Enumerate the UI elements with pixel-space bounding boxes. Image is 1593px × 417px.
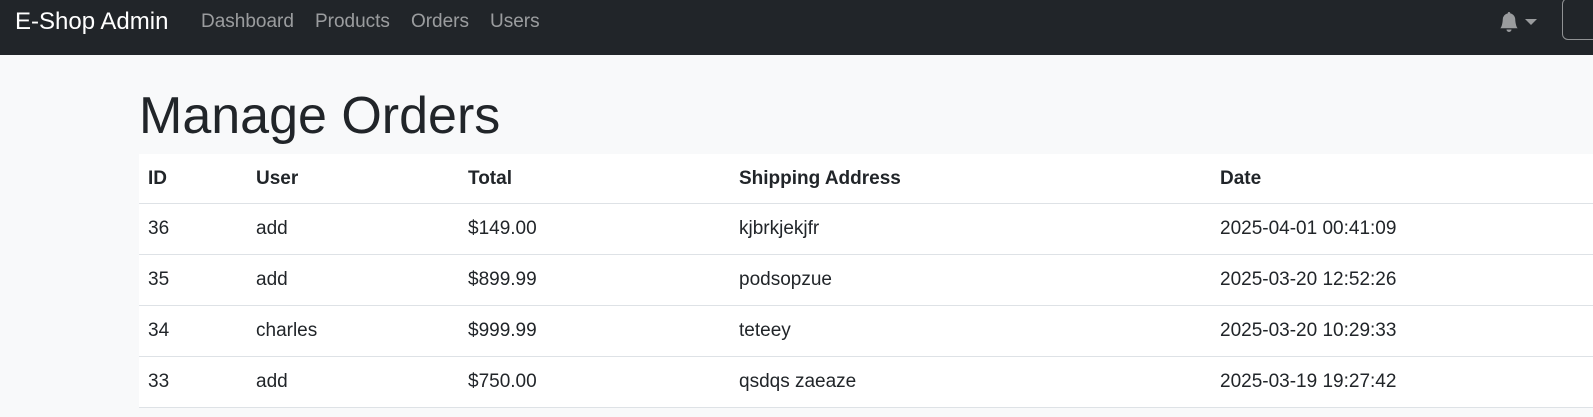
cell-date: 2025-03-20 12:52:26 — [1211, 254, 1593, 306]
top-navbar: E-Shop Admin Dashboard Products Orders U… — [0, 0, 1593, 55]
notifications-dropdown[interactable] — [1499, 10, 1537, 34]
header-date: Date — [1211, 154, 1593, 204]
nav-products[interactable]: Products — [315, 0, 390, 44]
bell-icon — [1500, 12, 1518, 32]
cell-total: $999.99 — [459, 305, 730, 357]
cell-total: $899.99 — [459, 254, 730, 306]
table-row: 35 add $899.99 podsopzue 2025-03-20 12:5… — [139, 254, 1593, 306]
cell-shipping-address: podsopzue — [730, 254, 1211, 306]
nav-dashboard[interactable]: Dashboard — [201, 0, 294, 44]
cell-id: 35 — [139, 254, 247, 306]
table-header-row: ID User Total Shipping Address Date — [139, 154, 1593, 204]
header-user: User — [247, 154, 459, 204]
cell-id: 34 — [139, 305, 247, 357]
nav-links: Dashboard Products Orders Users — [201, 0, 561, 44]
cell-id: 33 — [139, 356, 247, 408]
header-total: Total — [459, 154, 730, 204]
cell-date: 2025-04-01 00:41:09 — [1211, 203, 1593, 255]
cell-shipping-address: kjbrkjekjfr — [730, 203, 1211, 255]
cell-date: 2025-03-20 10:29:33 — [1211, 305, 1593, 357]
user-menu-edge[interactable] — [1562, 0, 1593, 40]
cell-shipping-address: teteey — [730, 305, 1211, 357]
nav-users[interactable]: Users — [490, 0, 540, 44]
nav-orders[interactable]: Orders — [411, 0, 469, 44]
cell-user: add — [247, 203, 459, 255]
brand-link[interactable]: E-Shop Admin — [15, 0, 168, 44]
table-row: 33 add $750.00 qsdqs zaeaze 2025-03-19 1… — [139, 356, 1593, 408]
cell-date: 2025-03-19 19:27:42 — [1211, 356, 1593, 408]
table-row: 34 charles $999.99 teteey 2025-03-20 10:… — [139, 305, 1593, 357]
cell-shipping-address: qsdqs zaeaze — [730, 356, 1211, 408]
caret-down-icon — [1525, 19, 1537, 25]
cell-total: $149.00 — [459, 203, 730, 255]
cell-total: $750.00 — [459, 356, 730, 408]
cell-user: add — [247, 254, 459, 306]
header-shipping-address: Shipping Address — [730, 154, 1211, 204]
header-id: ID — [139, 154, 247, 204]
orders-table: ID User Total Shipping Address Date 36 a… — [139, 154, 1593, 408]
cell-user: add — [247, 356, 459, 408]
table-row: 36 add $149.00 kjbrkjekjfr 2025-04-01 00… — [139, 203, 1593, 255]
cell-id: 36 — [139, 203, 247, 255]
orders-table-container: ID User Total Shipping Address Date 36 a… — [139, 154, 1593, 408]
cell-user: charles — [247, 305, 459, 357]
page-title: Manage Orders — [139, 87, 501, 145]
